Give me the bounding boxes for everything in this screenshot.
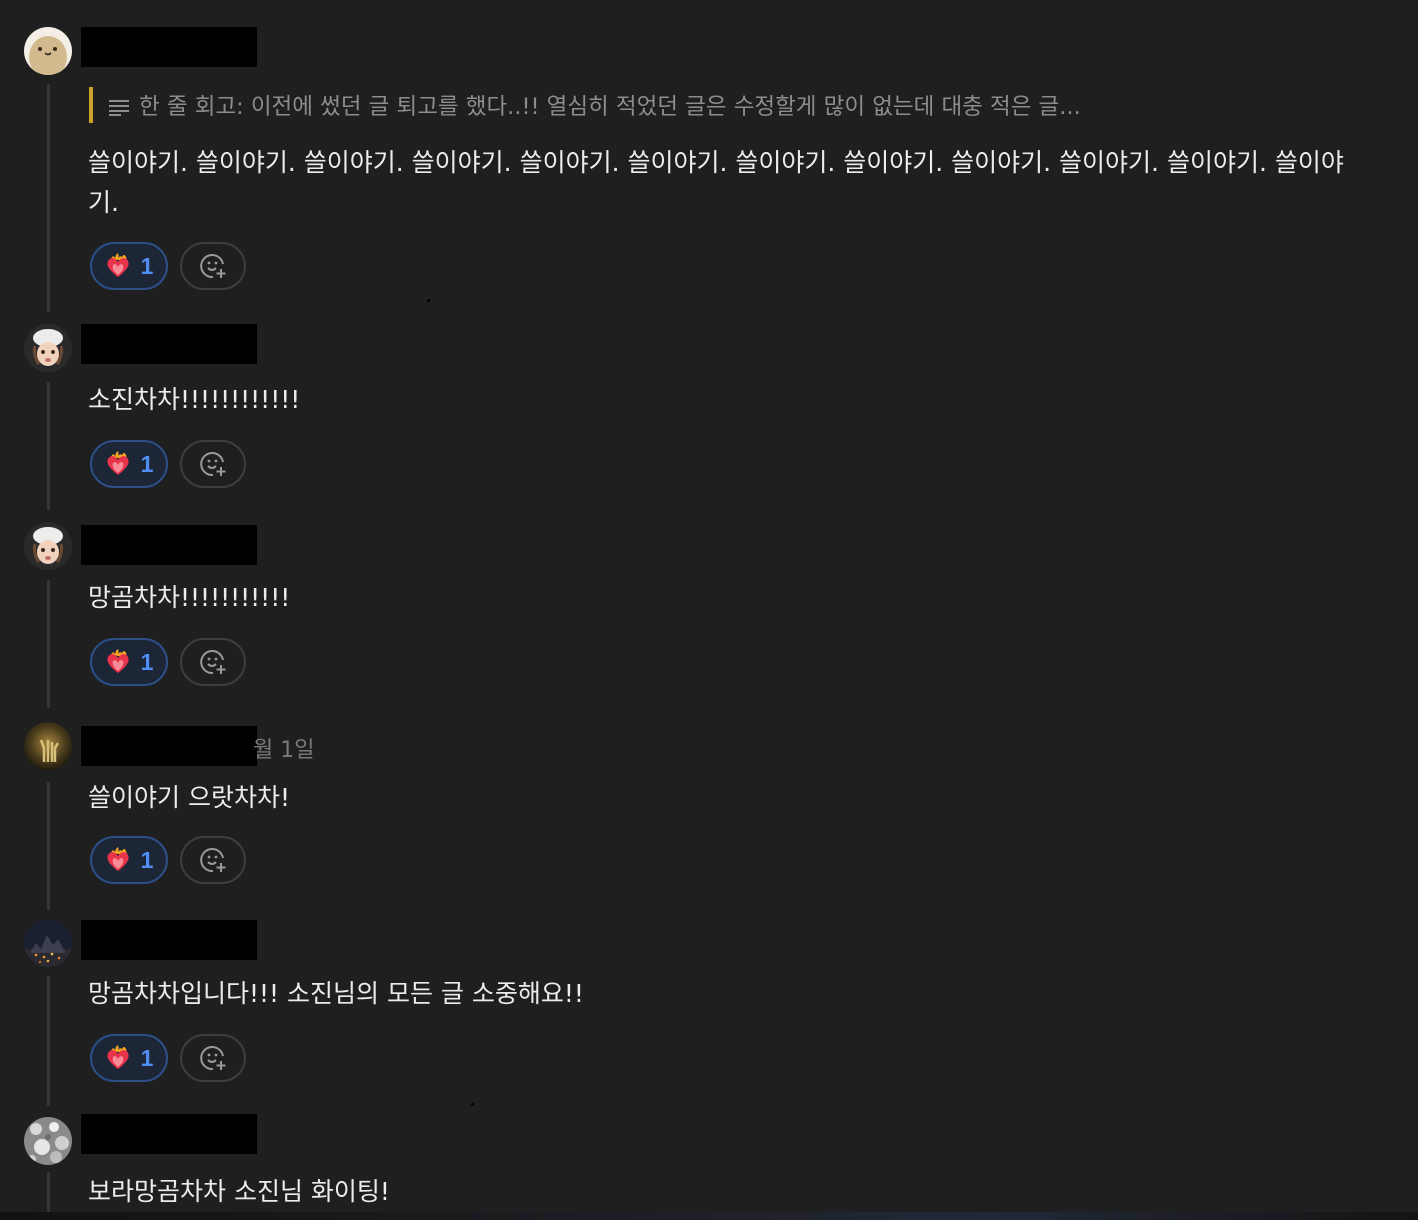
comment: 소진차차!!!!!!!!!!!! 1 [0,320,1418,510]
gray-pattern-avatar-icon [24,1117,72,1165]
add-emoji-icon [200,650,226,675]
memoji-chef-avatar-icon [24,522,72,570]
comment: 망곰차차입니다!!! 소진님의 모든 글 소중해요!! 1 [0,916,1418,1108]
reaction-count: 1 [140,846,154,873]
comment-body: 쓸이야기 으랏차차! [88,778,290,818]
heart-on-fire-icon [107,649,129,673]
add-reaction-button[interactable] [180,242,246,290]
add-emoji-icon [200,1046,226,1071]
reaction-bar: 1 [90,836,246,884]
reaction-heart-on-fire-button[interactable]: 1 [90,638,168,686]
bottom-edge-bar [0,1212,1418,1220]
avatar[interactable] [24,522,72,570]
reaction-heart-on-fire-button[interactable]: 1 [90,836,168,884]
author-name-redacted [81,27,257,67]
add-reaction-button[interactable] [180,1034,246,1082]
avatar[interactable] [24,919,72,967]
comment: 보라망곰차차 소진님 화이팅! [0,1112,1418,1212]
comment-body: 쓸이야기. 쓸이야기. 쓸이야기. 쓸이야기. 쓸이야기. 쓸이야기. 쓸이야기… [88,143,1344,223]
thread-line [47,782,50,910]
reaction-bar: 1 [90,242,246,290]
reaction-count: 1 [140,648,154,675]
quoted-text[interactable]: 한 줄 회고: 이전에 썼던 글 퇴고를 했다..!! 열심히 적었던 글은 수… [89,87,1081,123]
comment-body-line: 소진차차!!!!!!!!!!!! [88,385,301,414]
comment-body: 망곰차차입니다!!! 소진님의 모든 글 소중해요!! [88,974,584,1014]
thread-line [47,580,50,708]
reaction-count: 1 [140,450,154,477]
add-reaction-button[interactable] [180,638,246,686]
add-emoji-icon [200,452,226,477]
add-reaction-button[interactable] [180,440,246,488]
avatar[interactable] [24,1117,72,1165]
add-reaction-button[interactable] [180,836,246,884]
avatar[interactable] [24,722,72,770]
memoji-chef-avatar-icon [24,324,72,372]
comment: 한 줄 회고: 이전에 썼던 글 퇴고를 했다..!! 열심히 적었던 글은 수… [0,0,1418,320]
heart-on-fire-icon [107,1045,129,1069]
comment: 망곰차차!!!!!!!!!!! 1 [0,522,1418,712]
author-name-redacted [81,1114,257,1154]
comment-timestamp: 월 1일 [253,738,315,763]
reaction-bar: 1 [90,440,246,488]
comment-body-line: 보라망곰차차 소진님 화이팅! [88,1177,390,1206]
comment-body: 망곰차차!!!!!!!!!!! [88,578,290,618]
add-emoji-icon [200,254,226,279]
reaction-bar: 1 [90,638,246,686]
author-name-redacted [81,920,257,960]
author-name-redacted [81,525,257,565]
speck [471,1103,474,1106]
avatar[interactable] [24,27,72,75]
thread-line [47,1172,50,1212]
potato-avatar-icon [24,27,72,75]
add-emoji-icon [200,848,226,873]
reaction-count: 1 [140,252,154,279]
comment-body-line: 기. [88,188,119,217]
text-lines-icon [109,96,129,116]
comment-body-line: 망곰차차입니다!!! 소진님의 모든 글 소중해요!! [88,979,584,1008]
comment-body-line: 쓸이야기. 쓸이야기. 쓸이야기. 쓸이야기. 쓸이야기. 쓸이야기. 쓸이야기… [88,148,1344,177]
quote-text: 한 줄 회고: 이전에 썼던 글 퇴고를 했다..!! 열심히 적었던 글은 수… [139,94,1081,120]
speck [427,299,430,302]
reaction-bar: 1 [90,1034,246,1082]
comment-body-line: 망곰차차!!!!!!!!!!! [88,583,291,612]
night-city-avatar-icon [24,919,72,967]
comment-body-line: 쓸이야기 으랏차차! [88,783,290,812]
reaction-heart-on-fire-button[interactable]: 1 [90,242,168,290]
thread-line [47,382,50,510]
heart-on-fire-icon [107,451,129,475]
heart-on-fire-icon [107,253,129,277]
avatar[interactable] [24,324,72,372]
comment-body: 소진차차!!!!!!!!!!!! [88,380,300,420]
reaction-heart-on-fire-button[interactable]: 1 [90,1034,168,1082]
heart-on-fire-icon [107,847,129,871]
author-name-redacted [81,324,257,364]
comment-body: 보라망곰차차 소진님 화이팅! [88,1172,390,1212]
reaction-heart-on-fire-button[interactable]: 1 [90,440,168,488]
author-name-redacted [81,726,257,766]
thread-line [47,976,50,1106]
comment: 월 1일 쓸이야기 으랏차차! 1 [0,720,1418,910]
comment-thread: 한 줄 회고: 이전에 썼던 글 퇴고를 했다..!! 열심히 적었던 글은 수… [0,0,1418,1212]
reaction-count: 1 [140,1044,154,1071]
thread-line [47,84,50,312]
golden-hand-avatar-icon [24,722,72,770]
